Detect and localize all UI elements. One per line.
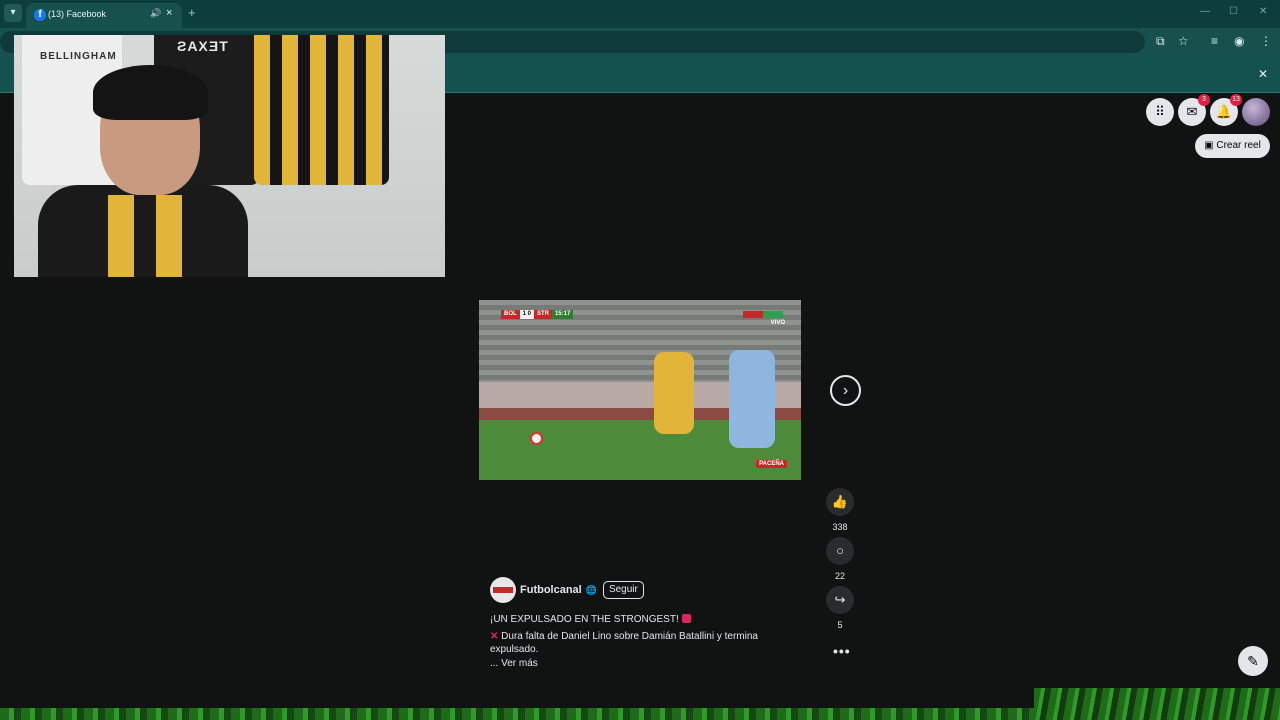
info-bar-close-icon[interactable]: ✕ xyxy=(1258,67,1268,81)
notifications-badge: 13 xyxy=(1230,94,1242,106)
tab-close-icon[interactable]: × xyxy=(166,7,172,19)
webcam-overlay: BELLINGHAM TEXAS xyxy=(14,35,445,277)
facebook-favicon-icon: f xyxy=(34,9,46,21)
score: 1 0 xyxy=(519,310,535,319)
comment-icon[interactable]: ○ xyxy=(826,537,854,565)
create-reel-label: Crear reel xyxy=(1216,140,1261,151)
messenger-icon: ✉ xyxy=(1186,104,1198,119)
maximize-button[interactable]: ☐ xyxy=(1229,6,1238,17)
ball xyxy=(530,432,543,445)
like-count: 338 xyxy=(832,522,848,532)
new-tab-button[interactable]: + xyxy=(188,5,196,20)
browser-menu-icon[interactable]: ⋮ xyxy=(1260,34,1272,48)
create-reel-button[interactable]: ▣ Crear reel xyxy=(1195,134,1270,158)
jersey-text-bellingham: BELLINGHAM xyxy=(40,51,117,62)
browser-tab[interactable]: f (13) Facebook 🔊 × xyxy=(26,3,182,28)
hoodie-stripe xyxy=(156,195,182,277)
camera-icon: ▣ xyxy=(1204,140,1214,151)
author-name[interactable]: Futbolcanal xyxy=(520,584,582,596)
browser-tab-bar: ▾ f (13) Facebook 🔊 × + — ☐ ✕ xyxy=(0,0,1280,28)
caption-body: ✕ Dura falta de Daniel Lino sobre Damián… xyxy=(490,630,790,656)
caption-title: ¡UN EXPULSADO EN THE STRONGEST! xyxy=(490,613,790,626)
author-avatar[interactable] xyxy=(490,577,516,603)
account-avatar[interactable] xyxy=(1242,98,1270,126)
tab-search-icon[interactable]: ▾ xyxy=(4,4,22,22)
scoreboard: BOL 1 0 STR 15:17 xyxy=(501,310,574,319)
speaker-icon[interactable]: 🔊 xyxy=(150,8,161,19)
minimize-button[interactable]: — xyxy=(1200,6,1210,17)
player-strongest xyxy=(654,352,694,434)
install-app-icon[interactable]: ⧉ xyxy=(1156,34,1165,49)
profile-icon[interactable]: ◉ xyxy=(1234,34,1244,48)
cross-mark-emoji-icon: ✕ xyxy=(490,631,499,642)
notifications-button[interactable]: 🔔 13 xyxy=(1210,94,1242,126)
menu-grid-button[interactable]: ⠿ xyxy=(1146,98,1174,126)
hair xyxy=(93,65,208,120)
bookmark-star-icon[interactable]: ☆ xyxy=(1178,34,1189,48)
messenger-button[interactable]: ✉ 3 xyxy=(1178,94,1210,126)
chevron-right-icon: › xyxy=(842,382,849,399)
hoodie xyxy=(38,185,248,277)
reel-video[interactable]: BOL 1 0 STR 15:17 VIVO PACEÑA xyxy=(479,300,801,480)
share-action[interactable]: ↪ 5 xyxy=(826,586,854,630)
jersey-striped xyxy=(254,35,389,185)
comment-action[interactable]: ○ 22 xyxy=(826,537,854,581)
media-control-icon[interactable]: ≡ xyxy=(1211,34,1218,48)
sponsor-logo: PACEÑA xyxy=(756,460,787,468)
share-count: 5 xyxy=(837,620,843,630)
bell-icon: 🔔 xyxy=(1215,104,1233,119)
next-reel-button[interactable]: › xyxy=(830,375,861,406)
more-options-icon[interactable]: ••• xyxy=(833,643,851,659)
live-label: VIVO xyxy=(770,320,785,326)
compose-button[interactable]: ✎ xyxy=(1238,646,1268,676)
grid-icon: ⠿ xyxy=(1155,104,1165,119)
caption-line-2: Dura falta de Daniel Lino sobre Damián B… xyxy=(490,631,758,655)
thumbs-up-icon[interactable]: 👍 xyxy=(826,488,854,516)
window-close-button[interactable]: ✕ xyxy=(1259,6,1267,17)
comment-count: 22 xyxy=(834,571,845,581)
jersey-text-texas: TEXAS xyxy=(176,38,228,54)
globe-icon: 🌐 xyxy=(585,584,597,595)
edit-icon: ✎ xyxy=(1247,653,1259,669)
follow-button[interactable]: Seguir xyxy=(602,581,644,599)
player-bolivar xyxy=(729,350,775,448)
red-square-emoji-icon xyxy=(681,614,691,623)
caption-line-1: ¡UN EXPULSADO EN THE STRONGEST! xyxy=(490,614,679,625)
desktop-background-strip xyxy=(0,688,1280,720)
like-action[interactable]: 👍 338 xyxy=(826,488,854,532)
share-icon[interactable]: ↪ xyxy=(826,586,854,614)
reel-author: Futbolcanal 🌐 Seguir xyxy=(490,577,644,603)
messenger-badge: 3 xyxy=(1198,94,1210,106)
home-team: BOL xyxy=(501,310,520,319)
away-team: STR xyxy=(534,310,553,319)
see-more-link[interactable]: ... Ver más xyxy=(490,657,790,670)
hoodie-stripe xyxy=(108,195,134,277)
tab-title: (13) Facebook xyxy=(48,9,107,19)
streamer xyxy=(38,65,248,277)
broadcaster-flag xyxy=(743,311,783,318)
grass-texture xyxy=(1034,688,1280,720)
match-clock: 15:17 xyxy=(552,310,574,319)
